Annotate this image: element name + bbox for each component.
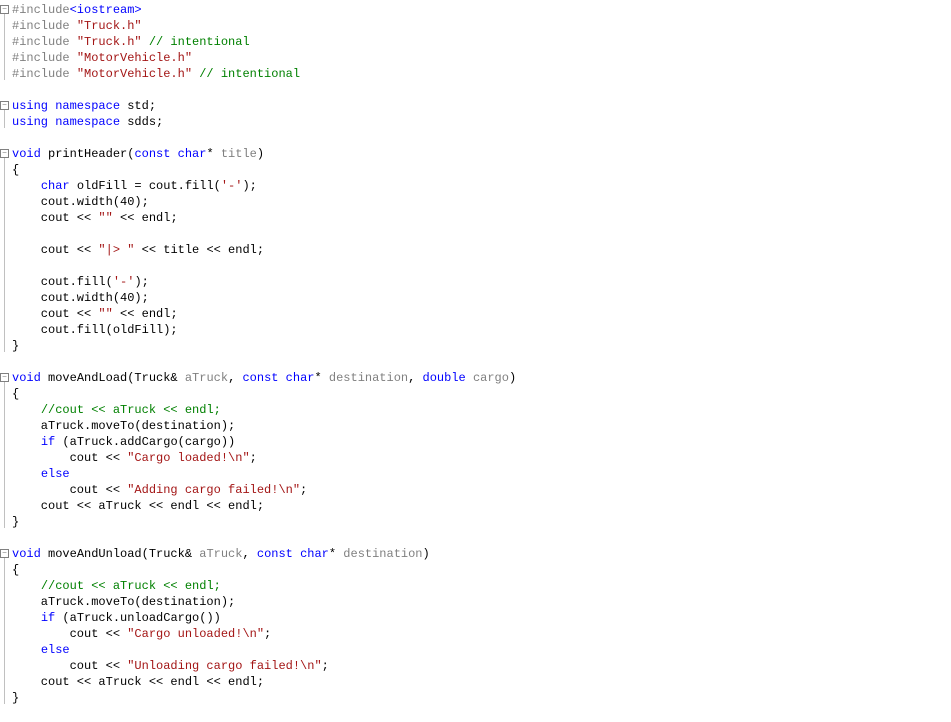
- code-line: else: [12, 642, 951, 658]
- code-line: [12, 130, 951, 146]
- code-line: [12, 226, 951, 242]
- fold-toggle-icon[interactable]: [0, 549, 9, 558]
- code-line: #include "Truck.h": [12, 18, 951, 34]
- code-line: void moveAndUnload(Truck& aTruck, const …: [12, 546, 951, 562]
- code-line: //cout << aTruck << endl;: [12, 402, 951, 418]
- code-line: if (aTruck.unloadCargo()): [12, 610, 951, 626]
- code-line: {: [12, 162, 951, 178]
- fold-toggle-icon[interactable]: [0, 373, 9, 382]
- code-line: cout << aTruck << endl << endl;: [12, 498, 951, 514]
- code-line: }: [12, 514, 951, 530]
- fold-toggle-icon[interactable]: [0, 101, 9, 110]
- code-line: cout << "Unloading cargo failed!\n";: [12, 658, 951, 674]
- code-line: cout << "Adding cargo failed!\n";: [12, 482, 951, 498]
- outline-bar: [4, 558, 5, 704]
- code-line: {: [12, 386, 951, 402]
- outline-bar: [4, 14, 5, 80]
- code-line: aTruck.moveTo(destination);: [12, 594, 951, 610]
- code-line: cout << "" << endl;: [12, 306, 951, 322]
- code-line: if (aTruck.addCargo(cargo)): [12, 434, 951, 450]
- code-line: using namespace sdds;: [12, 114, 951, 130]
- code-line: cout.width(40);: [12, 290, 951, 306]
- outline-bar: [4, 382, 5, 528]
- fold-toggle-icon[interactable]: [0, 5, 9, 14]
- code-line: [12, 82, 951, 98]
- code-line: cout.fill(oldFill);: [12, 322, 951, 338]
- code-line: using namespace std;: [12, 98, 951, 114]
- code-line: [12, 530, 951, 546]
- code-line: {: [12, 562, 951, 578]
- code-line: void moveAndLoad(Truck& aTruck, const ch…: [12, 370, 951, 386]
- code-line: else: [12, 466, 951, 482]
- code-line: }: [12, 338, 951, 354]
- code-line: cout.width(40);: [12, 194, 951, 210]
- outline-bar: [4, 110, 5, 128]
- fold-toggle-icon[interactable]: [0, 149, 9, 158]
- code-line: aTruck.moveTo(destination);: [12, 418, 951, 434]
- code-line: #include<iostream>: [12, 2, 951, 18]
- code-line: #include "Truck.h" // intentional: [12, 34, 951, 50]
- code-line: cout << "" << endl;: [12, 210, 951, 226]
- code-line: cout << "Cargo loaded!\n";: [12, 450, 951, 466]
- code-line: cout << "|> " << title << endl;: [12, 242, 951, 258]
- code-line: cout << aTruck << endl << endl;: [12, 674, 951, 690]
- code-line: cout << "Cargo unloaded!\n";: [12, 626, 951, 642]
- outline-bar: [4, 158, 5, 352]
- code-line: #include "MotorVehicle.h": [12, 50, 951, 66]
- fold-gutter: [0, 2, 10, 706]
- code-editor: #include<iostream>#include "Truck.h"#inc…: [0, 0, 951, 706]
- code-content[interactable]: #include<iostream>#include "Truck.h"#inc…: [10, 2, 951, 706]
- code-line: [12, 258, 951, 274]
- code-line: char oldFill = cout.fill('-');: [12, 178, 951, 194]
- code-line: void printHeader(const char* title): [12, 146, 951, 162]
- code-line: cout.fill('-');: [12, 274, 951, 290]
- code-line: }: [12, 690, 951, 706]
- code-line: #include "MotorVehicle.h" // intentional: [12, 66, 951, 82]
- code-line: [12, 354, 951, 370]
- code-line: //cout << aTruck << endl;: [12, 578, 951, 594]
